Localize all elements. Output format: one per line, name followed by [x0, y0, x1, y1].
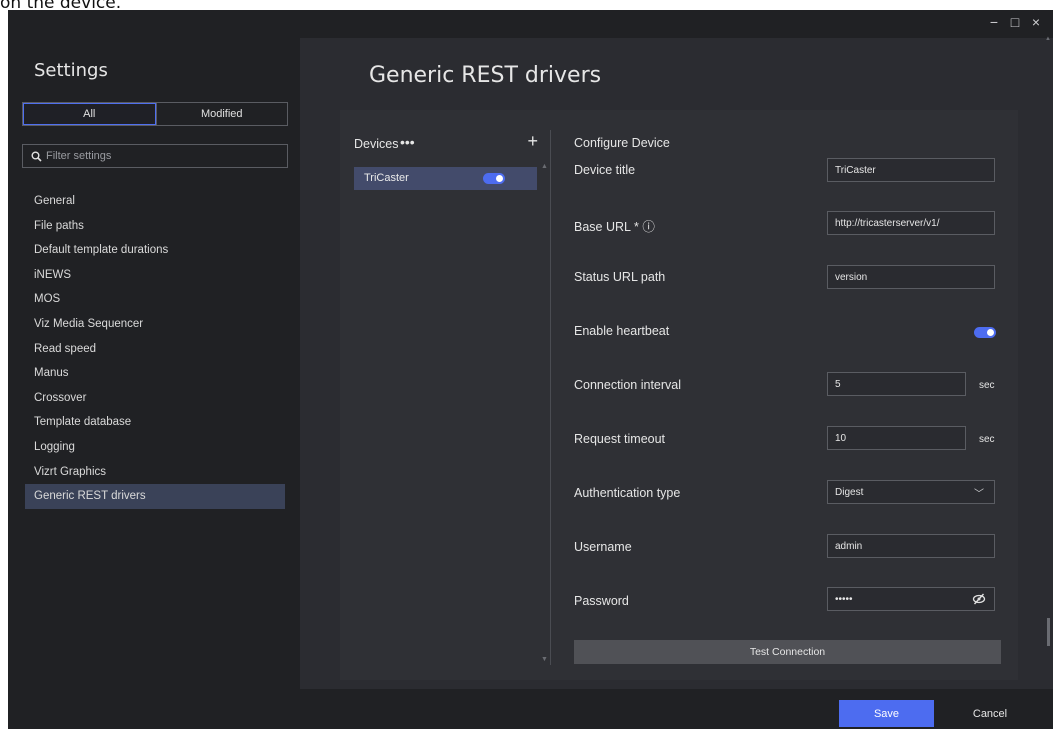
close-button[interactable]: × [1027, 14, 1045, 30]
sidebar-item-general[interactable]: General [25, 189, 285, 214]
password-field: ••••• [827, 587, 995, 611]
sidebar-item-logging[interactable]: Logging [25, 435, 285, 460]
footer-bar: Save Cancel [300, 689, 1053, 729]
heartbeat-label: Enable heartbeat [574, 324, 670, 338]
page-title: Generic REST drivers [369, 63, 602, 88]
filter-tabs: All Modified [22, 102, 288, 126]
device-title-field [827, 158, 995, 182]
device-enabled-toggle[interactable] [483, 173, 505, 184]
connection-interval-label: Connection interval [574, 378, 682, 392]
add-device-button[interactable]: + [527, 131, 538, 152]
panel-divider [550, 130, 551, 665]
connection-interval-unit: sec [979, 380, 995, 391]
username-input[interactable] [835, 540, 994, 552]
request-timeout-field [827, 426, 966, 450]
connection-interval-input[interactable] [835, 378, 965, 390]
device-list-scroll-down-icon[interactable]: ▼ [541, 656, 548, 663]
cancel-button[interactable]: Cancel [959, 700, 1021, 727]
auth-type-value: Digest [835, 486, 864, 498]
username-label: Username [574, 540, 632, 554]
sidebar-item-viz-media-sequencer[interactable]: Viz Media Sequencer [25, 312, 285, 337]
sidebar-item-generic-rest-drivers[interactable]: Generic REST drivers [25, 484, 285, 509]
password-label: Password [574, 594, 629, 608]
main-content: Generic REST drivers Devices ••• + TriCa… [300, 38, 1053, 689]
sidebar-item-read-speed[interactable]: Read speed [25, 337, 285, 362]
sidebar-item-crossover[interactable]: Crossover [25, 386, 285, 411]
minimize-button[interactable]: − [985, 14, 1003, 30]
device-list-item[interactable]: TriCaster [354, 167, 537, 190]
title-bar: − □ × [8, 10, 1053, 38]
status-url-field [827, 265, 995, 289]
tab-modified[interactable]: Modified [155, 103, 288, 125]
settings-window: − □ × Settings All Modified General File… [8, 10, 1053, 729]
more-options-icon[interactable]: ••• [400, 134, 415, 150]
sidebar-item-vizrt-graphics[interactable]: Vizrt Graphics [25, 460, 285, 485]
sidebar-item-file-paths[interactable]: File paths [25, 214, 285, 239]
main-scroll-up-icon[interactable]: ▲ [1045, 36, 1051, 42]
main-scrollbar[interactable] [1047, 618, 1050, 646]
drivers-panel: Devices ••• + TriCaster ▲ ▼ Configure De… [340, 110, 1018, 680]
request-timeout-unit: sec [979, 434, 995, 445]
devices-label: Devices [354, 137, 399, 151]
connection-interval-field [827, 372, 966, 396]
search-icon [31, 151, 42, 162]
test-connection-button[interactable]: Test Connection [574, 640, 1001, 664]
chevron-down-icon: ﹀ [974, 489, 984, 500]
filter-settings-box [22, 144, 288, 168]
device-title-label: Device title [574, 163, 636, 177]
request-timeout-input[interactable] [835, 432, 965, 444]
settings-nav: General File paths Default template dura… [25, 189, 285, 509]
device-title-input[interactable] [835, 164, 994, 176]
sidebar-item-template-database[interactable]: Template database [25, 410, 285, 435]
device-list-scroll-up-icon[interactable]: ▲ [541, 163, 548, 170]
password-input[interactable]: ••••• [835, 594, 853, 605]
status-url-label: Status URL path [574, 270, 666, 284]
filter-settings-input[interactable] [46, 150, 276, 162]
heartbeat-toggle[interactable] [974, 327, 996, 338]
base-url-label: Base URL * ⓘ [574, 220, 655, 234]
base-url-field [827, 211, 995, 235]
tab-all[interactable]: All [23, 103, 156, 125]
devices-header: Devices ••• + [354, 131, 538, 155]
auth-type-select[interactable]: Digest ﹀ [827, 480, 995, 504]
device-name: TriCaster [364, 172, 409, 184]
username-field [827, 534, 995, 558]
configure-device-title: Configure Device [574, 136, 670, 150]
maximize-button[interactable]: □ [1006, 14, 1024, 30]
status-url-input[interactable] [835, 271, 994, 283]
settings-sidebar: Settings All Modified General File paths… [8, 38, 300, 729]
sidebar-item-default-template-durations[interactable]: Default template durations [25, 238, 285, 263]
request-timeout-label: Request timeout [574, 432, 666, 446]
sidebar-item-mos[interactable]: MOS [25, 287, 285, 312]
auth-type-label: Authentication type [574, 486, 681, 500]
base-url-input[interactable] [835, 217, 994, 229]
sidebar-item-manus[interactable]: Manus [25, 361, 285, 386]
sidebar-item-inews[interactable]: iNEWS [25, 263, 285, 288]
sidebar-title: Settings [34, 60, 108, 81]
save-button[interactable]: Save [839, 700, 934, 727]
hide-password-icon[interactable] [972, 593, 986, 605]
